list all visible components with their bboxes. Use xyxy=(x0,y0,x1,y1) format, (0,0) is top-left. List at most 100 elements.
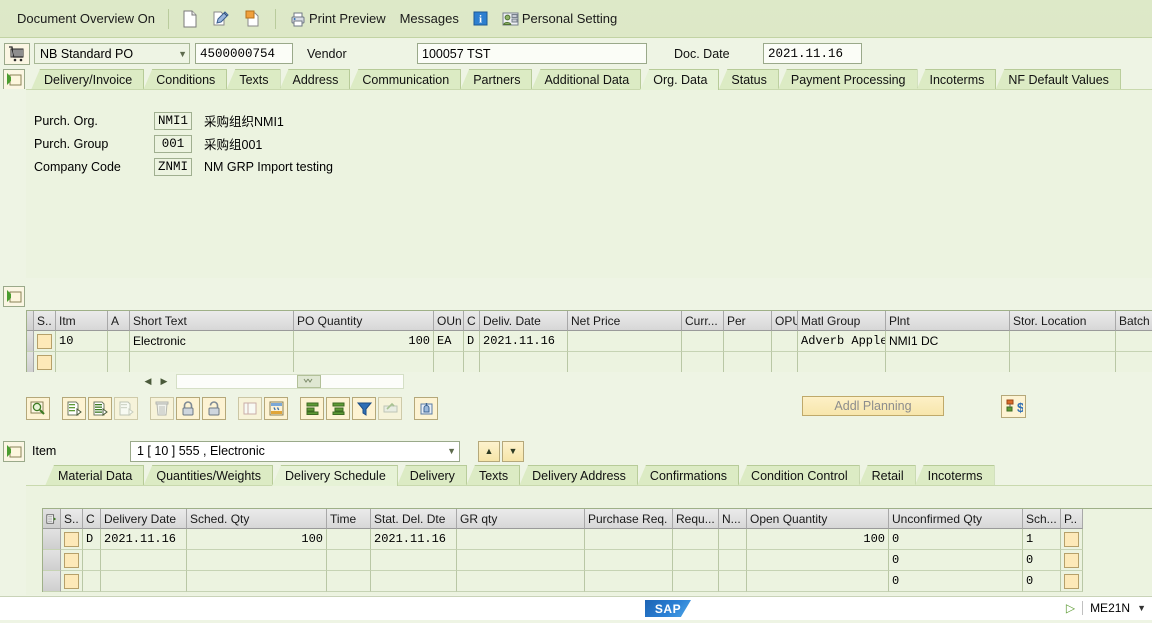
previous-item-button[interactable]: ▲ xyxy=(478,441,500,462)
table-row[interactable] xyxy=(27,352,1152,373)
next-item-button[interactable]: ▼ xyxy=(502,441,524,462)
select-box[interactable] xyxy=(37,334,52,349)
column-header[interactable]: OUn xyxy=(434,311,464,331)
hold-document-button[interactable] xyxy=(205,6,237,32)
cell-purchase_req[interactable] xyxy=(585,529,673,550)
cell-deliv_date[interactable] xyxy=(480,352,568,373)
new-document-button[interactable] xyxy=(175,6,205,32)
select-box[interactable] xyxy=(37,355,52,370)
tab-delivery-address[interactable]: Delivery Address xyxy=(519,465,638,486)
grid-select-all-icon[interactable] xyxy=(27,311,34,331)
column-header[interactable]: Short Text xyxy=(130,311,294,331)
column-header[interactable]: Stor. Location xyxy=(1010,311,1116,331)
cell-matl_group[interactable] xyxy=(798,352,886,373)
cell-open_quantity[interactable] xyxy=(747,550,889,571)
org-field-input[interactable]: ZNMI xyxy=(154,158,192,176)
cell-po_quantity[interactable] xyxy=(294,352,434,373)
cell-curr[interactable] xyxy=(682,352,724,373)
row-select-checkbox[interactable] xyxy=(34,331,56,352)
document-overview-button[interactable]: Document Overview On xyxy=(10,6,162,32)
cell-net_price[interactable] xyxy=(568,352,682,373)
row-header-cell[interactable] xyxy=(27,352,34,373)
cell-a[interactable] xyxy=(108,352,130,373)
row-indicator-box[interactable] xyxy=(1061,550,1083,571)
cell-time[interactable] xyxy=(327,550,371,571)
column-header[interactable]: Matl Group xyxy=(798,311,886,331)
column-header[interactable]: Sched. Qty xyxy=(187,509,327,529)
column-header[interactable]: S.. xyxy=(34,311,56,331)
header-collapse-button[interactable] xyxy=(3,69,25,90)
cell-time[interactable] xyxy=(327,571,371,592)
park-document-button[interactable] xyxy=(237,6,269,32)
column-header[interactable]: C xyxy=(83,509,101,529)
cell-delivery_date[interactable] xyxy=(101,571,187,592)
column-header[interactable]: Curr... xyxy=(682,311,724,331)
tab-address[interactable]: Address xyxy=(280,69,351,90)
item-details-icon[interactable] xyxy=(88,397,112,420)
sort-desc-icon[interactable] xyxy=(326,397,350,420)
column-header[interactable]: Per xyxy=(724,311,772,331)
addl-planning-button[interactable]: Addl Planning xyxy=(802,396,944,416)
tab-additional-data[interactable]: Additional Data xyxy=(531,69,641,90)
vendor-field[interactable]: 100057 TST xyxy=(417,43,647,64)
cell-n[interactable] xyxy=(719,550,747,571)
row-select-checkbox[interactable] xyxy=(61,571,83,592)
tab-texts[interactable]: Texts xyxy=(226,69,280,90)
document-number-field[interactable]: 4500000754 xyxy=(195,43,293,64)
tab-communication[interactable]: Communication xyxy=(349,69,461,90)
tab-nf-default-values[interactable]: NF Default Values xyxy=(995,69,1121,90)
column-header[interactable]: S.. xyxy=(61,509,83,529)
column-header[interactable]: Plnt xyxy=(886,311,1010,331)
select-box[interactable] xyxy=(64,574,79,589)
cell-opu[interactable] xyxy=(772,352,798,373)
doc-date-field[interactable]: 2021.11.16 xyxy=(763,43,862,64)
select-box[interactable] xyxy=(64,553,79,568)
cell-stor_location[interactable] xyxy=(1010,352,1116,373)
search-detail-icon[interactable] xyxy=(26,397,50,420)
document-type-select[interactable]: NB Standard PO ▼ xyxy=(34,43,190,64)
print-preview-button[interactable]: Print Preview xyxy=(282,6,393,32)
row-header-cell[interactable] xyxy=(27,331,34,352)
tab-condition-control[interactable]: Condition Control xyxy=(738,465,860,486)
cell-gr_qty[interactable] xyxy=(457,571,585,592)
cell-stat_del_dte[interactable] xyxy=(371,571,457,592)
item-overview-grid[interactable]: S..ItmAShort TextPO QuantityOUnCDeliv. D… xyxy=(26,310,1152,373)
column-header[interactable]: Deliv. Date xyxy=(480,311,568,331)
cell-sch[interactable]: 1 xyxy=(1023,529,1061,550)
info-button[interactable]: i xyxy=(466,6,495,32)
cell-unconfirmed_qty[interactable]: 0 xyxy=(889,529,1023,550)
cell-oun[interactable]: EA xyxy=(434,331,464,352)
personalize-icon[interactable] xyxy=(414,397,438,420)
filter-icon[interactable] xyxy=(352,397,376,420)
column-header[interactable]: Unconfirmed Qty xyxy=(889,509,1023,529)
tab-material-data[interactable]: Material Data xyxy=(45,465,144,486)
column-header[interactable]: Requ... xyxy=(673,509,719,529)
cell-c[interactable] xyxy=(83,550,101,571)
hscroll-track[interactable] xyxy=(176,374,404,389)
personal-setting-button[interactable]: Personal Setting xyxy=(495,6,624,32)
cell-open_quantity[interactable]: 100 xyxy=(747,529,889,550)
cell-stor_location[interactable] xyxy=(1010,331,1116,352)
cell-oun[interactable] xyxy=(434,352,464,373)
column-header[interactable]: C xyxy=(464,311,480,331)
column-header[interactable]: Itm xyxy=(56,311,108,331)
cell-opu[interactable] xyxy=(772,331,798,352)
item-detail-collapse-button[interactable] xyxy=(3,441,25,462)
select-box[interactable] xyxy=(1064,574,1079,589)
column-header[interactable]: OPU xyxy=(772,311,798,331)
sort-asc-icon[interactable] xyxy=(300,397,324,420)
tab-incoterms[interactable]: Incoterms xyxy=(917,69,997,90)
cell-requ[interactable] xyxy=(673,550,719,571)
copy-icon[interactable] xyxy=(238,397,262,420)
cell-requ[interactable] xyxy=(673,529,719,550)
row-indicator-box[interactable] xyxy=(1061,571,1083,592)
column-header[interactable]: Net Price xyxy=(568,311,682,331)
cell-sched_qty[interactable] xyxy=(187,571,327,592)
column-header[interactable]: P.. xyxy=(1061,509,1083,529)
scroll-left-icon[interactable]: ◀ xyxy=(140,374,156,389)
row-select-checkbox[interactable] xyxy=(34,352,56,373)
tab-org-data[interactable]: Org. Data xyxy=(640,69,719,90)
cell-sch[interactable]: 0 xyxy=(1023,571,1061,592)
cell-itm[interactable]: 10 xyxy=(56,331,108,352)
row-select-checkbox[interactable] xyxy=(61,529,83,550)
